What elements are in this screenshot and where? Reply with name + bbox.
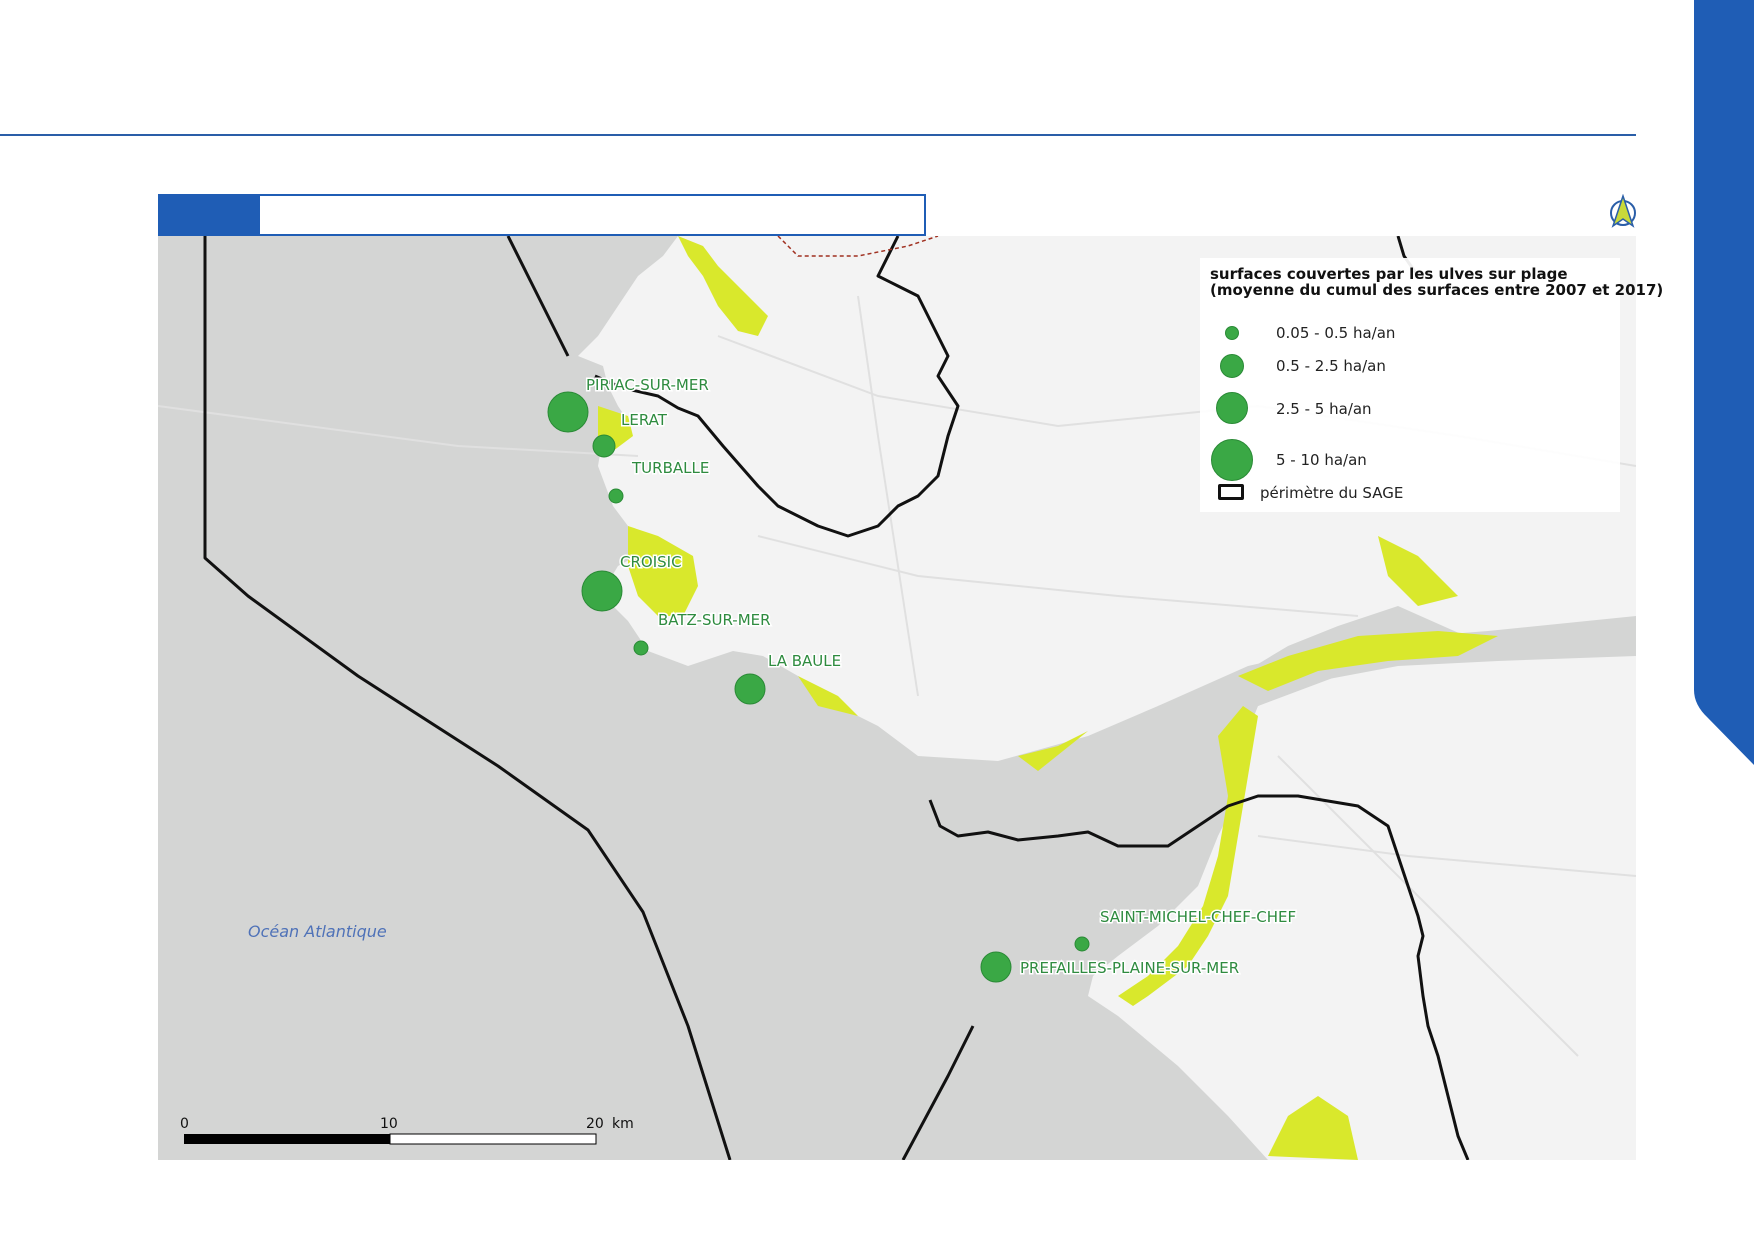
place-label-lerat: LERAT [621,411,668,429]
legend-class-4: 5 - 10 ha/an [1200,439,1620,481]
north-arrow-icon [1610,194,1636,228]
legend-boundary-label: périmètre du SAGE [1260,484,1404,502]
legend-class-3: 2.5 - 5 ha/an [1200,392,1620,424]
legend-title-line-1: surfaces couvertes par les ulves sur pla… [1210,265,1568,283]
legend-symbol-1 [1225,326,1239,340]
ulva-circle-lerat[interactable] [592,434,616,458]
legend-boundary: périmètre du SAGE [1200,480,1620,510]
ulva-circle-saint-michel-chef-chef[interactable] [1074,936,1090,952]
scale-bar-segment-2 [389,1133,597,1145]
ocean-label: Océan Atlantique [248,922,387,941]
place-label-batz-sur-mer: BATZ-SUR-MER [658,611,771,629]
legend-label-1: 0.05 - 0.5 ha/an [1276,324,1396,342]
place-label-piriac-sur-mer: PIRIAC-SUR-MER [586,376,709,394]
legend-symbol-4 [1211,439,1253,481]
legend-label-4: 5 - 10 ha/an [1276,451,1367,469]
legend-label-3: 2.5 - 5 ha/an [1276,400,1372,418]
legend-label-2: 0.5 - 2.5 ha/an [1276,357,1386,375]
legend-title-line-2: (moyenne du cumul des surfaces entre 200… [1210,281,1664,299]
scale-unit: km [612,1116,634,1132]
scale-tick-10: 10 [380,1116,398,1132]
scale-tick-0: 0 [180,1116,189,1132]
ulva-circle-piriac-sur-mer[interactable] [547,391,589,433]
legend-symbol-3 [1216,392,1248,424]
legend-symbol-2 [1220,354,1244,378]
map-legend: surfaces couvertes par les ulves sur pla… [1200,258,1663,512]
ulva-circle-turballe[interactable] [608,488,624,504]
scale-tick-20: 20 [586,1116,604,1132]
sage-boundary-swatch [1218,484,1244,500]
place-label-la-baule: LA BAULE [768,652,841,670]
ulva-circle-prefailles-plaine-sur-mer[interactable] [980,951,1012,983]
scale-bar-segment-1 [184,1134,390,1144]
ulva-circle-batz-sur-mer[interactable] [633,640,649,656]
place-label-saint-michel-chef-chef: SAINT-MICHEL-CHEF-CHEF [1100,908,1296,926]
map-header-box [158,194,926,236]
place-label-turballe: TURBALLE [631,459,709,477]
ulva-circle-la-baule[interactable] [734,673,766,705]
legend-class-1: 0.05 - 0.5 ha/an [1200,318,1620,348]
map-header-tab [160,196,260,234]
place-label-prefailles-plaine-sur-mer: PREFAILLES-PLAINE-SUR-MER [1020,959,1239,977]
legend-title: surfaces couvertes par les ulves sur pla… [1210,266,1663,298]
side-band [1694,0,1754,765]
legend-class-2: 0.5 - 2.5 ha/an [1200,351,1620,381]
ulva-circle-croisic[interactable] [581,570,623,612]
place-label-croisic: CROISIC [620,553,682,571]
header-rule [0,134,1636,136]
